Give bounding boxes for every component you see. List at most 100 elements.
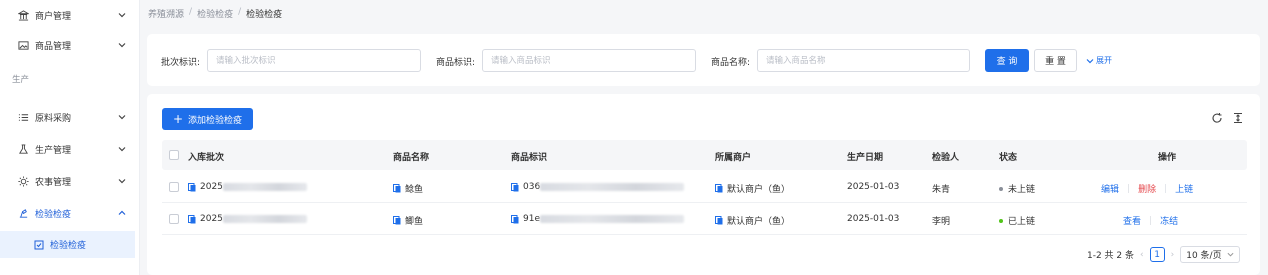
batch-cell: 2025 [188,214,307,224]
pagination-summary: 1-2 共 2 条 [1087,251,1135,261]
copy-icon[interactable] [511,182,519,192]
goods-id-input[interactable] [482,49,696,72]
name-value: 鲫鱼 [405,217,424,227]
batch-cell: 2025 [188,182,307,192]
plus-icon: + [172,112,184,126]
document-check-icon [34,240,44,249]
sidebar-item-label: 农事管理 [35,177,72,188]
chevron-up-icon [118,210,126,215]
query-button[interactable]: 查 询 [985,49,1029,72]
actions-cell: 编辑 | 删除 | 上链 [1101,182,1193,196]
sidebar-item-inspection[interactable]: 检验检疫 [0,198,140,228]
copy-icon[interactable] [393,216,401,225]
delete-link[interactable]: 删除 [1138,182,1156,195]
search-panel: 批次标识: 商品标识: 商品名称: 查 询 重 置 展开 [147,34,1260,86]
next-page-icon[interactable]: › [1171,250,1175,260]
chevron-down-icon [118,43,126,48]
add-inspection-button[interactable]: + 添加检验检疫 [162,108,253,130]
goods-id-value: 036 [523,182,541,192]
sidebar-item-label: 商品管理 [35,41,72,52]
chevron-down-icon [1086,58,1094,63]
redacted-text [222,183,307,191]
divider: | [1127,183,1131,194]
status-badge: 已上链 [1008,217,1036,227]
sidebar-item-label: 商户管理 [35,11,72,22]
breadcrumb-current: 检验检疫 [246,10,283,20]
column-height-icon[interactable] [1232,112,1244,124]
merchant-value: 默认商户（鱼） [727,217,791,227]
column-header: 入库批次 [188,153,225,163]
goods-id-cell: 036 [511,182,685,192]
batch-value: 2025 [200,214,223,224]
prev-page-icon[interactable]: ‹ [1140,250,1144,260]
goods-id-cell: 91e [511,214,684,224]
sun-icon [18,175,29,187]
image-icon [18,40,29,51]
name-value: 鲶鱼 [405,185,424,195]
sidebar-subitem-inspection[interactable]: 检验检疫 [0,231,135,258]
refresh-icon[interactable] [1211,112,1223,124]
expand-link[interactable]: 展开 [1086,55,1112,66]
goods-id-label: 商品标识: [436,58,476,68]
chevron-down-icon [118,147,126,152]
pagination: 1-2 共 2 条 ‹ 1 › 10 条/页 [1087,246,1241,263]
batch-value: 2025 [200,182,223,192]
edit-link[interactable]: 编辑 [1101,182,1119,195]
chain-link[interactable]: 上链 [1175,182,1193,195]
merchant-cell: 默认商户（鱼） [715,182,790,195]
row-checkbox[interactable] [169,214,179,224]
redacted-text [222,215,307,223]
add-inspection-label: 添加检验检疫 [188,115,243,126]
column-header: 商品标识 [511,153,548,163]
sidebar-item-goods[interactable]: 商品管理 [0,30,140,60]
sidebar-subitem-label: 检验检疫 [50,241,87,251]
copy-icon[interactable] [188,182,196,192]
column-header: 所属商户 [715,153,752,163]
copy-icon[interactable] [715,216,723,225]
sidebar-item-merchant[interactable]: 商户管理 [0,0,140,30]
view-link[interactable]: 查看 [1123,214,1141,227]
date-cell: 2025-01-03 [847,182,900,192]
status-cell: 未上链 [999,182,1035,195]
copy-icon[interactable] [188,214,196,224]
inspector-cell: 朱青 [932,185,951,195]
column-header: 商品名称 [393,153,430,163]
row-checkbox[interactable] [169,182,179,192]
redacted-text [540,215,684,223]
breadcrumb-item[interactable]: 检验检疫 [197,7,233,20]
name-cell: 鲫鱼 [393,214,423,227]
merchant-value: 默认商户（鱼） [727,185,791,195]
flask-icon [18,143,29,155]
page-number[interactable]: 1 [1149,247,1165,262]
sidebar-item-label: 原料采购 [35,113,72,124]
reset-button[interactable]: 重 置 [1034,49,1077,72]
breadcrumb: 养殖溯源 / 检验检疫 / 检验检疫 [148,7,282,20]
freeze-link[interactable]: 冻结 [1160,214,1178,227]
chevron-down-icon [1227,252,1234,257]
copy-icon[interactable] [511,214,519,224]
breadcrumb-item[interactable]: 养殖溯源 [148,7,184,20]
goods-name-input[interactable] [757,49,970,72]
sidebar-item-production[interactable]: 生产管理 [0,134,140,164]
sidebar-item-farming[interactable]: 农事管理 [0,166,140,196]
bank-icon [18,9,29,21]
goods-name-label: 商品名称: [711,58,751,68]
goods-id-value: 91e [523,214,540,224]
copy-icon[interactable] [715,184,723,193]
divider: | [1164,183,1168,194]
chevron-down-icon [118,179,126,184]
column-header: 操作 [1158,153,1177,163]
column-header: 检验人 [932,153,960,163]
status-dot [999,218,1003,223]
sidebar-item-purchase[interactable]: 原料采购 [0,102,140,132]
status-cell: 已上链 [999,214,1035,227]
copy-icon[interactable] [393,184,401,193]
page-size-select[interactable]: 10 条/页 [1180,246,1241,263]
status-badge: 未上链 [1008,185,1036,195]
sidebar: 商户管理 商品管理 生产 原料采购 生产管理 农事管理 检验检疫 检验检疫 [0,0,140,275]
table-header: 入库批次 商品名称 商品标识 所属商户 生产日期 检验人 状态 操作 [162,140,1247,170]
batch-label: 批次标识: [161,58,201,68]
select-all-checkbox[interactable] [169,150,179,160]
batch-input[interactable] [207,49,421,72]
chevron-down-icon [118,115,126,120]
